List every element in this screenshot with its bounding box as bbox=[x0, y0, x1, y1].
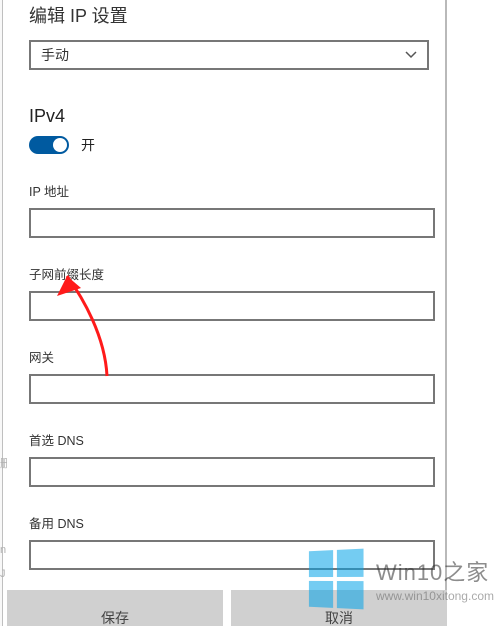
watermark-brand: Win10之家 bbox=[376, 555, 494, 587]
preferred-dns-input[interactable] bbox=[29, 457, 435, 487]
gateway-label: 网关 bbox=[29, 347, 427, 366]
ip-settings-dialog: 编辑 IP 设置 手动 IPv4 开 IP 地址 子网前缀长度 网关 首选 DN… bbox=[7, 0, 447, 620]
background-sliver bbox=[0, 0, 3, 626]
alternate-dns-label: 备用 DNS bbox=[29, 513, 427, 532]
ip-mode-select[interactable]: 手动 bbox=[29, 40, 429, 70]
watermark: Win10之家 www.win10xitong.com bbox=[306, 550, 494, 608]
subnet-prefix-label: 子网前缀长度 bbox=[29, 264, 427, 283]
watermark-url: www.win10xitong.com bbox=[376, 589, 494, 603]
ghost-char: n bbox=[0, 544, 6, 556]
dialog-title: 编辑 IP 设置 bbox=[29, 0, 427, 28]
ip-address-label: IP 地址 bbox=[29, 181, 427, 200]
gateway-input[interactable] bbox=[29, 374, 435, 404]
chevron-down-icon bbox=[405, 49, 417, 61]
ghost-char: J bbox=[0, 568, 6, 580]
subnet-prefix-input[interactable] bbox=[29, 291, 435, 321]
windows-logo-icon bbox=[309, 549, 364, 610]
ip-address-input[interactable] bbox=[29, 208, 435, 238]
ip-mode-value: 手动 bbox=[41, 45, 69, 65]
ipv4-heading: IPv4 bbox=[29, 106, 427, 127]
ipv4-toggle[interactable] bbox=[29, 136, 69, 154]
ipv4-toggle-label: 开 bbox=[81, 135, 95, 155]
preferred-dns-label: 首选 DNS bbox=[29, 430, 427, 449]
